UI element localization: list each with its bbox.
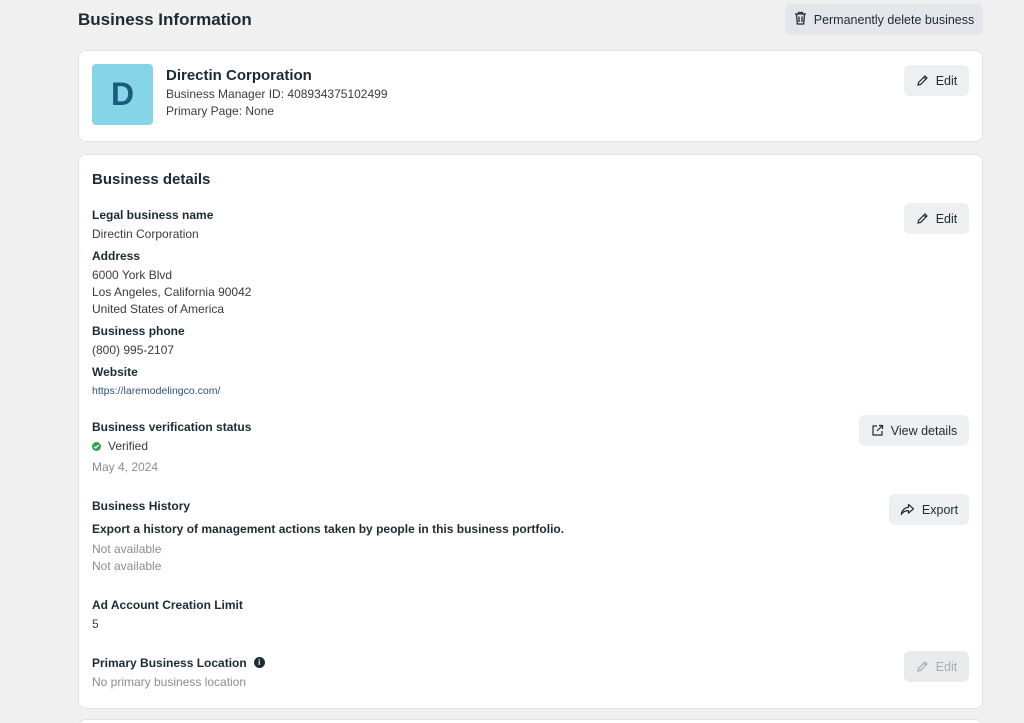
trash-icon — [794, 11, 807, 28]
business-name: Directin Corporation — [166, 67, 312, 84]
location-label-row: Primary Business Location i — [92, 656, 265, 670]
delete-business-button[interactable]: Permanently delete business — [785, 4, 983, 35]
pencil-icon — [916, 660, 929, 673]
page-title: Business Information — [78, 10, 252, 29]
business-details-card: Business details Edit Legal business nam… — [78, 154, 983, 709]
location-label: Primary Business Location — [92, 656, 247, 670]
edit-label: Edit — [935, 73, 958, 88]
pencil-icon — [916, 212, 929, 225]
website-link[interactable]: https://laremodelingco.com/ — [92, 383, 220, 400]
verification-date: May 4, 2024 — [92, 460, 159, 474]
verification-status: Verified — [92, 439, 148, 453]
verification-status-text: Verified — [108, 439, 149, 453]
external-link-icon — [871, 424, 884, 437]
location-value: No primary business location — [92, 675, 247, 689]
phone-value: (800) 995-2107 — [92, 343, 175, 357]
share-arrow-icon — [900, 503, 915, 516]
view-details-label: View details — [890, 423, 958, 438]
export-button[interactable]: Export — [889, 494, 969, 525]
address-line-1: 6000 York Blvd — [92, 268, 173, 282]
profile-edit-button[interactable]: Edit — [904, 65, 969, 96]
delete-business-label: Permanently delete business — [813, 12, 975, 27]
address-line-2: Los Angeles, California 90042 — [92, 285, 252, 299]
verification-label: Business verification status — [92, 420, 252, 434]
legal-name-label: Legal business name — [92, 208, 214, 222]
next-card — [78, 719, 983, 723]
business-profile-card: D Directin Corporation Business Manager … — [78, 50, 983, 142]
section-title: Business details — [92, 171, 211, 188]
check-circle-icon — [92, 441, 101, 451]
edit-label: Edit — [935, 659, 958, 674]
phone-label: Business phone — [92, 324, 185, 338]
avatar: D — [92, 64, 153, 125]
history-value-1: Not available — [92, 542, 162, 556]
page-header: Business Information Permanently delete … — [78, 4, 983, 36]
history-label: Business History — [92, 499, 191, 513]
legal-name-value: Directin Corporation — [92, 227, 199, 241]
address-line-3: United States of America — [92, 302, 225, 316]
ad-limit-label: Ad Account Creation Limit — [92, 598, 243, 612]
edit-label: Edit — [935, 211, 958, 226]
info-icon[interactable]: i — [253, 657, 265, 669]
pencil-icon — [916, 74, 929, 87]
location-edit-button[interactable]: Edit — [904, 651, 969, 682]
details-edit-button[interactable]: Edit — [904, 203, 969, 234]
history-value-2: Not available — [92, 559, 162, 573]
address-label: Address — [92, 249, 141, 263]
ad-limit-value: 5 — [92, 617, 99, 631]
view-details-button[interactable]: View details — [859, 415, 969, 446]
export-label: Export — [921, 502, 959, 517]
business-manager-id: Business Manager ID: 408934375102499 — [166, 87, 388, 101]
history-description: Export a history of management actions t… — [92, 522, 565, 536]
primary-page: Primary Page: None — [166, 104, 275, 118]
website-label: Website — [92, 365, 138, 379]
